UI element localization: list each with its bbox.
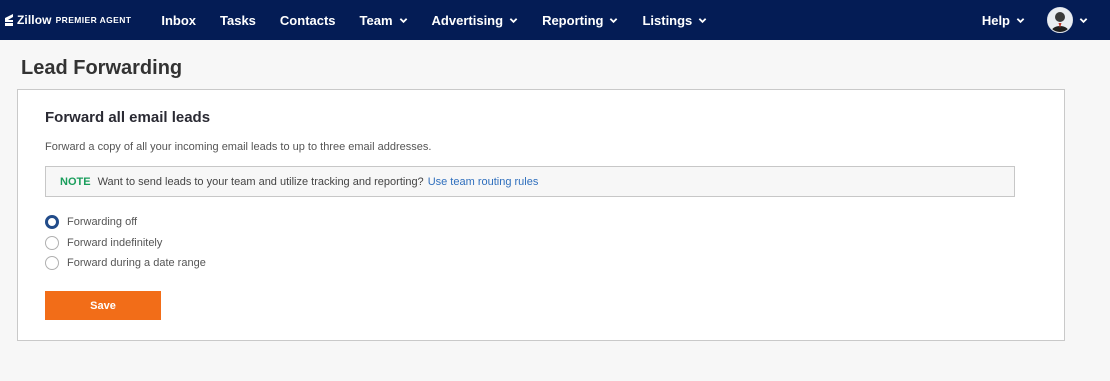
- nav-label: Contacts: [279, 12, 336, 28]
- radio-selected-icon[interactable]: [45, 215, 59, 230]
- user-menu[interactable]: [1047, 7, 1088, 33]
- radio-unselected-icon[interactable]: [45, 235, 59, 250]
- section-heading: Forward all email leads: [45, 109, 211, 126]
- chevron-down-icon: [1016, 17, 1025, 23]
- nav-team[interactable]: Team: [360, 13, 408, 28]
- nav-tasks[interactable]: Tasks: [220, 13, 256, 28]
- chevron-down-icon: [1079, 17, 1088, 23]
- zillow-premier-agent-logo[interactable]: Zillow PREMIER AGENT: [4, 13, 131, 27]
- top-navigation-bar: Zillow PREMIER AGENT Inbox Tasks Contact…: [0, 0, 1110, 40]
- forwarding-options: Forwarding off Forward indefinitely Forw…: [45, 212, 206, 274]
- radio-label: Forward during a date range: [67, 257, 206, 270]
- nav-right-group: Help: [970, 0, 1110, 40]
- nav-label: Team: [359, 12, 393, 28]
- nav-inbox[interactable]: Inbox: [161, 13, 196, 28]
- nav-advertising[interactable]: Advertising: [432, 13, 519, 28]
- section-description: Forward a copy of all your incoming emai…: [45, 141, 432, 153]
- radio-label: Forward indefinitely: [67, 236, 163, 249]
- nav-help[interactable]: Help: [982, 13, 1025, 28]
- chevron-down-icon: [509, 17, 518, 23]
- brand-name: Zillow: [17, 13, 52, 27]
- radio-unselected-icon[interactable]: [45, 256, 59, 271]
- team-routing-rules-link[interactable]: Use team routing rules: [428, 176, 539, 188]
- lead-forwarding-card: Forward all email leads Forward a copy o…: [17, 89, 1065, 341]
- chevron-down-icon: [399, 17, 407, 23]
- radio-label: Forwarding off: [67, 216, 138, 229]
- note-banner: NOTE Want to send leads to your team and…: [45, 166, 1015, 197]
- zillow-logo-icon: [5, 14, 13, 26]
- nav-contacts[interactable]: Contacts: [280, 13, 336, 28]
- nav-listings[interactable]: Listings: [642, 13, 707, 28]
- nav-label: Listings: [642, 12, 693, 28]
- avatar: [1047, 7, 1073, 33]
- chevron-down-icon: [610, 17, 618, 23]
- save-button[interactable]: Save: [45, 291, 161, 320]
- page-title: Lead Forwarding: [21, 57, 183, 79]
- nav-label: Reporting: [542, 12, 604, 28]
- radio-forward-indefinitely[interactable]: Forward indefinitely: [45, 233, 206, 254]
- chevron-down-icon: [699, 17, 707, 23]
- note-tag: NOTE: [60, 175, 91, 188]
- nav-label: Advertising: [431, 12, 504, 28]
- nav-reporting[interactable]: Reporting: [542, 13, 618, 28]
- note-text: Want to send leads to your team and util…: [97, 175, 424, 188]
- brand-subtitle: PREMIER AGENT: [55, 15, 132, 25]
- nav-label: Inbox: [161, 12, 197, 28]
- nav-label: Help: [981, 12, 1010, 28]
- user-photo-icon: [1048, 8, 1072, 32]
- radio-forwarding-off[interactable]: Forwarding off: [45, 212, 206, 233]
- nav-label: Tasks: [220, 12, 256, 28]
- radio-forward-date-range[interactable]: Forward during a date range: [45, 253, 206, 274]
